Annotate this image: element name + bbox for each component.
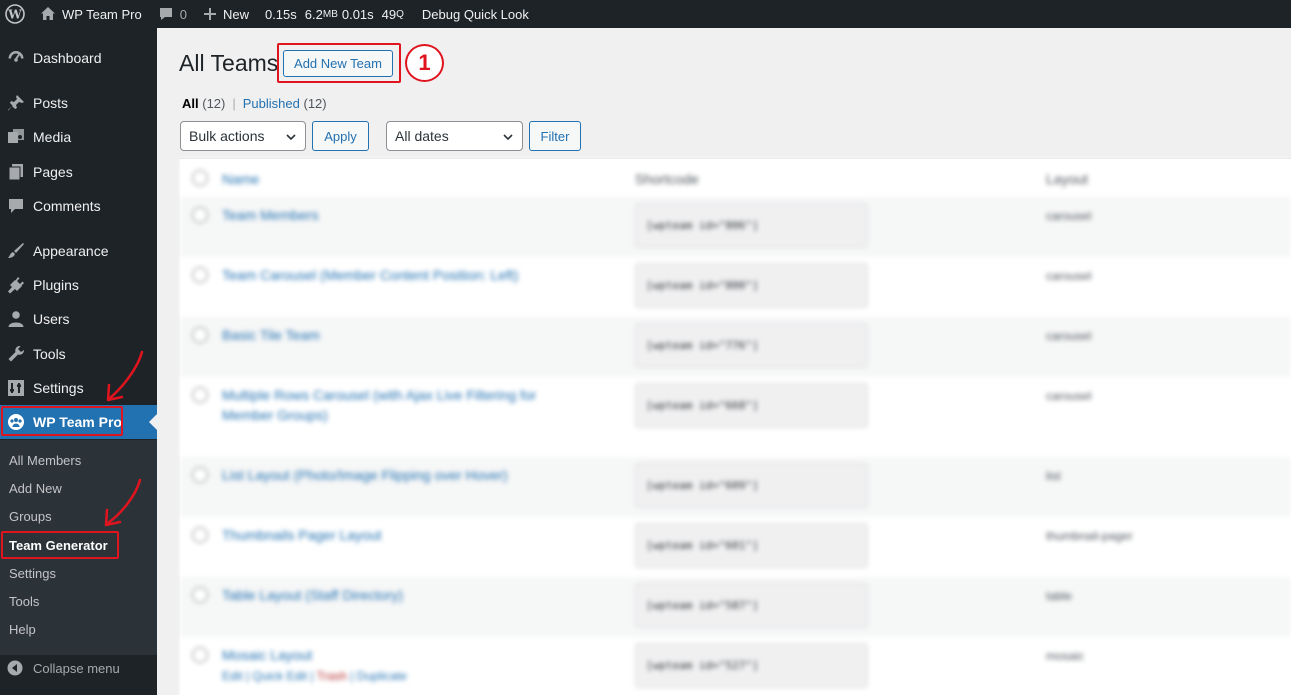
- row-title-link[interactable]: Multiple Rows Carousel (with Ajax Live F…: [222, 385, 572, 425]
- row-title-link[interactable]: Mosaic Layout: [222, 645, 572, 665]
- row-layout: carousel: [1046, 269, 1092, 283]
- row-layout: thumbnail-pager: [1046, 529, 1133, 543]
- filter-button[interactable]: Filter: [529, 121, 581, 151]
- row-checkbox[interactable]: [192, 207, 208, 223]
- row-layout: carousel: [1046, 329, 1092, 343]
- submenu-item-settings[interactable]: Settings: [9, 566, 56, 581]
- row-title-link[interactable]: Team Carousel (Member Content Position: …: [222, 265, 572, 285]
- filter-all-label: All: [182, 96, 199, 111]
- table-header-row: Name Shortcode Layout: [180, 159, 1291, 197]
- query-monitor-link[interactable]: 0.15s 6.2 MB 0.01s 49 Q: [257, 0, 408, 28]
- bulk-actions-value: Bulk actions: [189, 128, 265, 144]
- row-checkbox[interactable]: [192, 647, 208, 663]
- teams-table: Name Shortcode Layout Team Members [wpte…: [180, 158, 1291, 695]
- filter-all-count: (12): [202, 96, 226, 111]
- row-checkbox[interactable]: [192, 387, 208, 403]
- row-shortcode[interactable]: [wpteam id="668"]: [635, 383, 868, 428]
- row-shortcode[interactable]: [wpteam id="609"]: [635, 463, 868, 508]
- row-checkbox[interactable]: [192, 587, 208, 603]
- column-header-layout: Layout: [1046, 171, 1089, 187]
- filter-published-link[interactable]: Published (12): [243, 96, 327, 111]
- arrow-to-wp-team-pro-icon: [106, 350, 144, 402]
- table-row: Team Carousel (Member Content Position: …: [180, 257, 1291, 317]
- row-title-link[interactable]: Basic Tile Team: [222, 325, 572, 345]
- row-layout: carousel: [1046, 389, 1092, 403]
- row-title-link[interactable]: List Layout (Photo/Image Flipping over H…: [222, 465, 572, 485]
- qm-queries-unit: Q: [396, 8, 404, 20]
- row-shortcode[interactable]: [wpteam id="776"]: [635, 323, 868, 368]
- row-layout: mosaic: [1046, 649, 1085, 663]
- column-header-shortcode: Shortcode: [635, 171, 699, 187]
- row-action-duplicate[interactable]: Duplicate: [357, 669, 407, 683]
- row-layout: carousel: [1046, 209, 1092, 223]
- page-title: All Teams: [179, 50, 279, 76]
- qm-queries: 49: [381, 6, 397, 22]
- annotation-arrows: [104, 350, 144, 527]
- table-row: Team Members [wpteam id="806"] carousel: [180, 197, 1291, 257]
- arrow-to-team-generator-icon: [104, 478, 142, 527]
- column-header-name[interactable]: Name: [222, 171, 259, 187]
- row-checkbox[interactable]: [192, 267, 208, 283]
- qm-time: 0.15s: [264, 6, 297, 22]
- qm-db-time: 0.01s: [341, 6, 374, 22]
- filter-published-label: Published: [242, 96, 300, 111]
- chevron-down-icon: [502, 130, 514, 146]
- table-row: Thumbnails Pager Layout [wpteam id="601"…: [180, 517, 1291, 577]
- new-content-link[interactable]: New: [195, 0, 257, 28]
- debug-quick-look-link[interactable]: Debug Quick Look: [408, 0, 537, 28]
- qm-memory: 6.2: [304, 6, 323, 22]
- apply-button[interactable]: Apply: [312, 121, 369, 151]
- plus-icon: [203, 7, 217, 21]
- row-checkbox[interactable]: [192, 327, 208, 343]
- row-checkbox[interactable]: [192, 467, 208, 483]
- step-number-badge: 1: [405, 44, 444, 82]
- collapse-arrow-icon: [7, 660, 23, 676]
- new-label: New: [222, 6, 249, 22]
- qm-memory-unit: MB: [322, 8, 338, 20]
- row-action-quick-edit[interactable]: Quick Edit: [252, 669, 307, 683]
- row-shortcode[interactable]: [wpteam id="587"]: [635, 583, 868, 628]
- submenu-item-help[interactable]: Help: [9, 622, 36, 637]
- table-row: List Layout (Photo/Image Flipping over H…: [180, 457, 1291, 517]
- row-shortcode[interactable]: [wpteam id="527"]: [635, 643, 868, 688]
- row-shortcode[interactable]: [wpteam id="800"]: [635, 263, 868, 308]
- table-row: Basic Tile Team [wpteam id="776"] carous…: [180, 317, 1291, 377]
- date-filter-select[interactable]: All dates: [386, 121, 523, 151]
- collapse-menu-button[interactable]: Collapse menu: [0, 655, 157, 681]
- table-row: Multiple Rows Carousel (with Ajax Live F…: [180, 377, 1291, 457]
- row-title-link[interactable]: Table Layout (Staff Directory): [222, 585, 572, 605]
- row-shortcode[interactable]: [wpteam id="806"]: [635, 203, 868, 248]
- table-row: Table Layout (Staff Directory) [wpteam i…: [180, 577, 1291, 637]
- filter-all-link[interactable]: All (12): [182, 96, 225, 111]
- status-filter-links: All (12) | Published (12): [182, 96, 327, 111]
- row-shortcode[interactable]: [wpteam id="601"]: [635, 523, 868, 568]
- add-new-team-button[interactable]: Add New Team: [283, 50, 393, 77]
- select-all-checkbox[interactable]: [192, 170, 208, 186]
- row-title-link[interactable]: Team Members: [222, 205, 572, 225]
- filter-separator: |: [232, 96, 236, 111]
- row-action-edit[interactable]: Edit: [222, 669, 243, 683]
- row-actions: Edit | Quick Edit | Trash | Duplicate: [222, 669, 407, 683]
- filter-published-count: (12): [303, 96, 327, 111]
- submenu-item-tools[interactable]: Tools: [9, 594, 39, 609]
- row-checkbox[interactable]: [192, 527, 208, 543]
- chevron-down-icon: [285, 130, 297, 146]
- row-layout: table: [1046, 589, 1073, 603]
- bulk-actions-select[interactable]: Bulk actions: [180, 121, 306, 151]
- row-action-trash[interactable]: Trash: [317, 669, 347, 683]
- row-layout: list: [1046, 469, 1061, 483]
- row-title-link[interactable]: Thumbnails Pager Layout: [222, 525, 572, 545]
- table-row: Mosaic Layout Edit | Quick Edit | Trash …: [180, 637, 1291, 695]
- collapse-label: Collapse menu: [33, 660, 120, 676]
- date-filter-value: All dates: [395, 128, 449, 144]
